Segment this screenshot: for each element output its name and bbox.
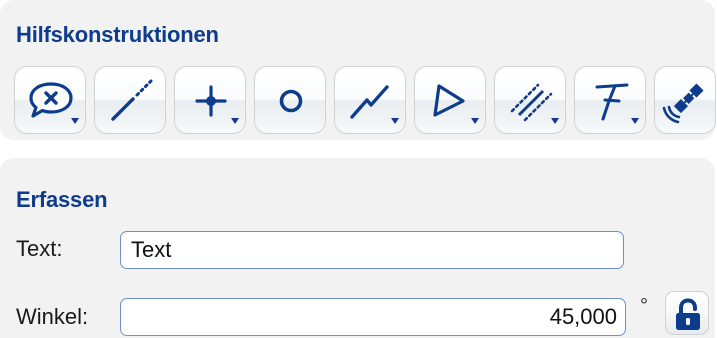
- perpendicular-tool-button[interactable]: [574, 66, 646, 134]
- extension-line-tool-button[interactable]: [94, 66, 166, 134]
- annotation-tool-button[interactable]: [14, 66, 86, 134]
- gps-tool-button[interactable]: [654, 66, 716, 134]
- capture-panel: Erfassen Text: Winkel: °: [0, 158, 715, 338]
- circle-icon: [279, 89, 303, 113]
- angle-label: Winkel:: [16, 304, 89, 329]
- polyline-tool-button[interactable]: [334, 66, 406, 134]
- satellite-gps-icon: [662, 83, 704, 124]
- dropdown-caret-icon: [471, 118, 479, 124]
- parallel-tool-button[interactable]: [494, 66, 566, 134]
- dotted-line-icon: [111, 79, 153, 121]
- dropdown-caret-icon: [391, 118, 399, 124]
- circle-tool-button[interactable]: [254, 66, 326, 134]
- parallel-lines-icon: [510, 83, 553, 122]
- text-label: Text:: [16, 236, 63, 261]
- construction-aids-title: Hilfskonstruktionen: [16, 22, 219, 47]
- angle-triangle-icon: [433, 84, 465, 117]
- capture-title: Erfassen: [16, 187, 108, 212]
- speech-bubble-cancel-icon: [29, 82, 73, 118]
- angle-field[interactable]: [120, 298, 626, 336]
- dropdown-caret-icon: [231, 118, 239, 124]
- unlocked-padlock-icon: [676, 298, 700, 330]
- dropdown-caret-icon: [551, 118, 559, 124]
- perpendicular-icon: [595, 83, 629, 121]
- crosshair-point-icon: [195, 85, 227, 117]
- dropdown-caret-icon: [71, 118, 79, 124]
- point-tool-button[interactable]: [174, 66, 246, 134]
- lock-angle-button[interactable]: [665, 291, 709, 335]
- construction-aids-panel: Hilfskonstruktionen: [0, 0, 716, 140]
- angle-tool-button[interactable]: [414, 66, 486, 134]
- polyline-icon: [350, 85, 389, 119]
- dropdown-caret-icon: [631, 118, 639, 124]
- text-field[interactable]: [120, 231, 624, 269]
- degree-unit: °: [640, 295, 648, 317]
